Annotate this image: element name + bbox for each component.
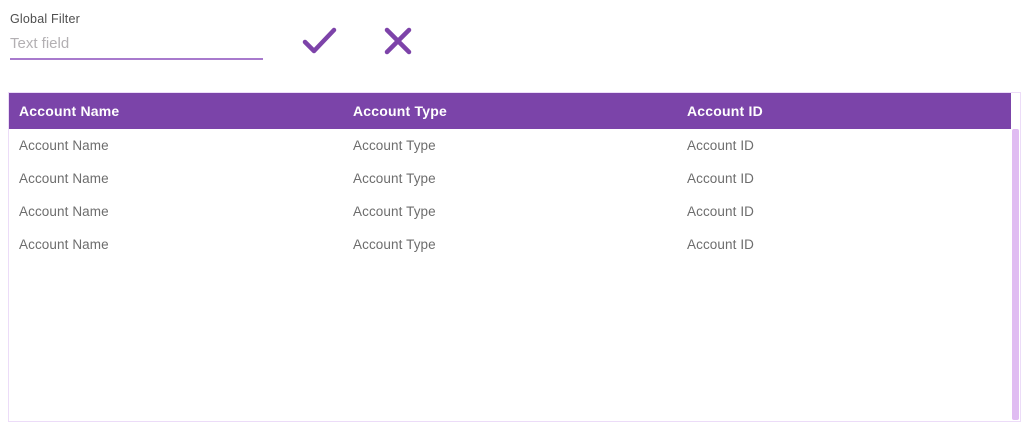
cell-account-name: Account Name: [9, 195, 343, 228]
cell-account-name: Account Name: [9, 162, 343, 195]
table-body: Account NameAccount TypeAccount IDAccoun…: [9, 129, 1011, 261]
confirm-button[interactable]: [298, 22, 342, 60]
table-row[interactable]: Account NameAccount TypeAccount ID: [9, 195, 1011, 228]
cell-account-type: Account Type: [343, 129, 677, 162]
cell-account-id: Account ID: [677, 195, 1011, 228]
column-header-account-name[interactable]: Account Name: [9, 93, 343, 129]
filter-bar: Global Filter: [0, 0, 1024, 92]
table-header-row: Account NameAccount TypeAccount ID: [9, 93, 1011, 129]
global-filter-label: Global Filter: [10, 12, 263, 26]
global-filter-field: Global Filter: [10, 12, 263, 60]
cell-account-name: Account Name: [9, 228, 343, 261]
accounts-table: Account NameAccount TypeAccount ID Accou…: [8, 92, 1021, 422]
table-row[interactable]: Account NameAccount TypeAccount ID: [9, 228, 1011, 261]
x-icon: [382, 26, 414, 56]
cell-account-id: Account ID: [677, 162, 1011, 195]
column-header-account-id[interactable]: Account ID: [677, 93, 1011, 129]
cell-account-id: Account ID: [677, 129, 1011, 162]
cell-account-type: Account Type: [343, 162, 677, 195]
cell-account-id: Account ID: [677, 228, 1011, 261]
vertical-scrollbar[interactable]: [1012, 129, 1019, 420]
cell-account-type: Account Type: [343, 228, 677, 261]
column-header-account-type[interactable]: Account Type: [343, 93, 677, 129]
cancel-button[interactable]: [376, 22, 420, 60]
cell-account-type: Account Type: [343, 195, 677, 228]
global-filter-input[interactable]: [10, 33, 263, 60]
check-icon: [301, 26, 339, 56]
table-row[interactable]: Account NameAccount TypeAccount ID: [9, 162, 1011, 195]
table-row[interactable]: Account NameAccount TypeAccount ID: [9, 129, 1011, 162]
cell-account-name: Account Name: [9, 129, 343, 162]
